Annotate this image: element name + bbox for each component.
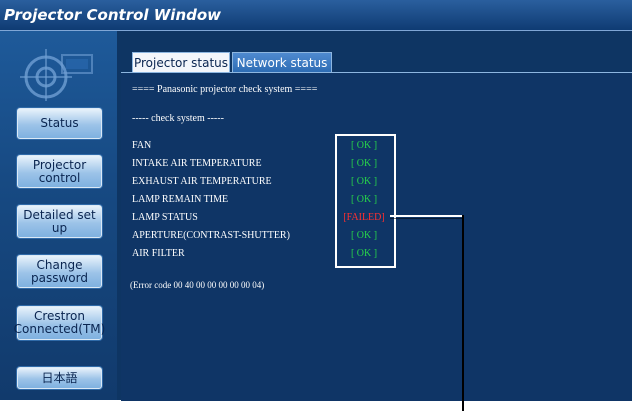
window-title: Projector Control Window (4, 6, 222, 24)
status-value-ok: [ OK ] (350, 248, 378, 259)
callout-connector (390, 215, 462, 217)
nav-projector-control-button[interactable]: Projector control (17, 155, 102, 188)
status-value-failed: [FAILED] (343, 212, 385, 223)
nav-crestron-connected-button[interactable]: Crestron Connected(TM) (14, 306, 105, 340)
item-label: AIR FILTER (132, 248, 185, 259)
item-label: EXHAUST AIR TEMPERATURE (132, 176, 272, 187)
tab-projector-status[interactable]: Projector status (132, 52, 230, 73)
item-label: FAN (132, 140, 152, 151)
check-system-header: ==== Panasonic projector check system ==… (132, 84, 318, 95)
item-label: APERTURE(CONTRAST-SHUTTER) (132, 230, 290, 241)
status-value-ok: [ OK ] (350, 140, 378, 151)
nav-status-button[interactable]: Status (17, 108, 102, 139)
callout-pointer-line (462, 215, 464, 411)
tab-network-status[interactable]: Network status (232, 52, 332, 73)
item-label: LAMP REMAIN TIME (132, 194, 229, 205)
item-label: LAMP STATUS (132, 212, 198, 223)
status-value-ok: [ OK ] (350, 230, 378, 241)
sidebar: Status Projector control Detailed set up… (0, 31, 117, 400)
status-value-ok: [ OK ] (350, 176, 378, 187)
item-label: INTAKE AIR TEMPERATURE (132, 158, 262, 169)
title-bar: Projector Control Window (0, 0, 632, 31)
nav-detailed-setup-button[interactable]: Detailed set up (17, 205, 102, 238)
nav-japanese-language-button[interactable]: 日本語 (17, 367, 102, 389)
status-value-ok: [ OK ] (350, 158, 378, 169)
error-code: (Error code 00 40 00 00 00 00 00 04) (130, 280, 265, 290)
nav-change-password-button[interactable]: Change password (17, 255, 102, 288)
callout-shadow (390, 218, 462, 219)
projector-logo-icon (20, 49, 93, 101)
check-system-subheader: ----- check system ----- (132, 113, 224, 124)
status-value-ok: [ OK ] (350, 194, 378, 205)
